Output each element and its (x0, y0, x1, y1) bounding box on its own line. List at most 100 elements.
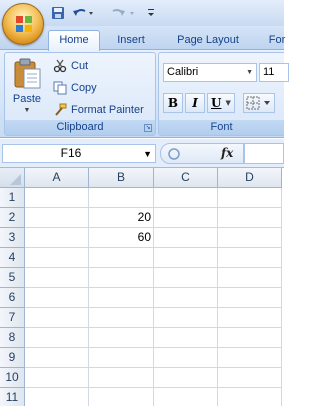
cell-c9[interactable] (154, 348, 218, 368)
row-header-6[interactable]: 6 (0, 288, 25, 308)
office-button[interactable] (2, 3, 44, 45)
cell-a2[interactable] (25, 208, 89, 228)
cell-b3[interactable]: 60 (89, 228, 154, 248)
cut-label: Cut (71, 59, 89, 72)
name-box[interactable]: F16 ▼ (2, 144, 156, 163)
formula-bar: F16 ▼ fx (0, 139, 284, 168)
cell-d8[interactable] (218, 328, 282, 348)
font-name-select[interactable]: Calibri ▼ (163, 63, 257, 82)
cell-a9[interactable] (25, 348, 89, 368)
cell-a11[interactable] (25, 388, 89, 406)
cell-c10[interactable] (154, 368, 218, 388)
cell-b10[interactable] (89, 368, 154, 388)
format-painter-button[interactable]: Format Painter (53, 100, 144, 119)
clipboard-dialog-launcher-icon[interactable]: ↘ (144, 124, 152, 132)
cell-d3[interactable] (218, 228, 282, 248)
cell-a10[interactable] (25, 368, 89, 388)
chevron-down-icon: ▼ (225, 99, 231, 107)
cell-c4[interactable] (154, 248, 218, 268)
cell-c6[interactable] (154, 288, 218, 308)
font-name-value: Calibri (167, 66, 199, 78)
cell-d5[interactable] (218, 268, 282, 288)
row-header-4[interactable]: 4 (0, 248, 25, 268)
save-icon[interactable] (50, 4, 66, 22)
row-header-11[interactable]: 11 (0, 388, 25, 406)
paste-icon (14, 58, 41, 89)
tab-page-layout[interactable]: Page Layout (166, 31, 250, 50)
cell-d11[interactable] (218, 388, 282, 406)
row-header-8[interactable]: 8 (0, 328, 25, 348)
cell-b8[interactable] (89, 328, 154, 348)
cell-b5[interactable] (89, 268, 154, 288)
cell-b6[interactable] (89, 288, 154, 308)
scissors-icon (53, 59, 67, 72)
cell-d10[interactable] (218, 368, 282, 388)
row-header-2[interactable]: 2 (0, 208, 25, 228)
tab-formulas[interactable]: For (262, 31, 292, 50)
formula-input[interactable] (244, 143, 284, 164)
cell-c3[interactable] (154, 228, 218, 248)
paste-dropdown-icon: ▼ (23, 107, 31, 114)
cell-c2[interactable] (154, 208, 218, 228)
cell-a6[interactable] (25, 288, 89, 308)
select-all-button[interactable] (0, 168, 25, 188)
tab-insert[interactable]: Insert (108, 31, 154, 50)
font-size-value: 11 (263, 66, 275, 78)
cell-b2[interactable]: 20 (89, 208, 154, 228)
cell-a4[interactable] (25, 248, 89, 268)
bold-button[interactable]: B (163, 93, 183, 113)
font-size-select[interactable]: 11 (259, 63, 289, 82)
insert-function-button[interactable]: fx (221, 146, 233, 160)
cell-c5[interactable] (154, 268, 218, 288)
tab-home[interactable]: Home (48, 30, 100, 51)
row-header-10[interactable]: 10 (0, 368, 25, 388)
paste-label: Paste (12, 93, 42, 105)
cut-button[interactable]: Cut (53, 56, 88, 75)
cell-a5[interactable] (25, 268, 89, 288)
cell-b4[interactable] (89, 248, 154, 268)
cell-a1[interactable] (25, 188, 89, 208)
paste-button[interactable]: Paste ▼ (7, 55, 47, 117)
row-header-9[interactable]: 9 (0, 348, 25, 368)
italic-button[interactable]: I (185, 93, 205, 113)
expand-circle-icon[interactable] (167, 147, 181, 161)
row-header-3[interactable]: 3 (0, 228, 25, 248)
column-header-a[interactable]: A (25, 168, 89, 188)
cell-c7[interactable] (154, 308, 218, 328)
cell-d1[interactable] (218, 188, 282, 208)
cell-c8[interactable] (154, 328, 218, 348)
cell-b7[interactable] (89, 308, 154, 328)
row-header-5[interactable]: 5 (0, 268, 25, 288)
cell-d2[interactable] (218, 208, 282, 228)
column-header-b[interactable]: B (89, 168, 154, 188)
cell-a8[interactable] (25, 328, 89, 348)
copy-icon (53, 81, 67, 94)
borders-button[interactable] (243, 93, 275, 113)
column-header-c[interactable]: C (154, 168, 218, 188)
cell-c11[interactable] (154, 388, 218, 406)
cell-b1[interactable] (89, 188, 154, 208)
format-painter-label: Format Painter (71, 103, 144, 116)
cell-d9[interactable] (218, 348, 282, 368)
underline-button[interactable]: U ▼ (207, 93, 235, 113)
copy-button[interactable]: Copy (53, 78, 97, 97)
cell-d6[interactable] (218, 288, 282, 308)
chevron-down-icon[interactable]: ▼ (143, 146, 152, 163)
ribbon: Paste ▼ Cut Copy Format Painter Clipboar… (0, 50, 289, 138)
cell-d7[interactable] (218, 308, 282, 328)
cell-a3[interactable] (25, 228, 89, 248)
chevron-down-icon: ▼ (246, 69, 253, 76)
column-header-d[interactable]: D (218, 168, 282, 188)
undo-icon[interactable] (70, 4, 96, 22)
font-group: Calibri ▼ 11 B I U ▼ Font (158, 52, 289, 136)
row-header-1[interactable]: 1 (0, 188, 25, 208)
cell-b9[interactable] (89, 348, 154, 368)
office-logo-icon (16, 16, 32, 32)
cell-d4[interactable] (218, 248, 282, 268)
row-header-7[interactable]: 7 (0, 308, 25, 328)
redo-icon[interactable] (104, 4, 138, 22)
customize-qat-icon[interactable] (144, 4, 158, 22)
cell-b11[interactable] (89, 388, 154, 406)
cell-c1[interactable] (154, 188, 218, 208)
cell-a7[interactable] (25, 308, 89, 328)
